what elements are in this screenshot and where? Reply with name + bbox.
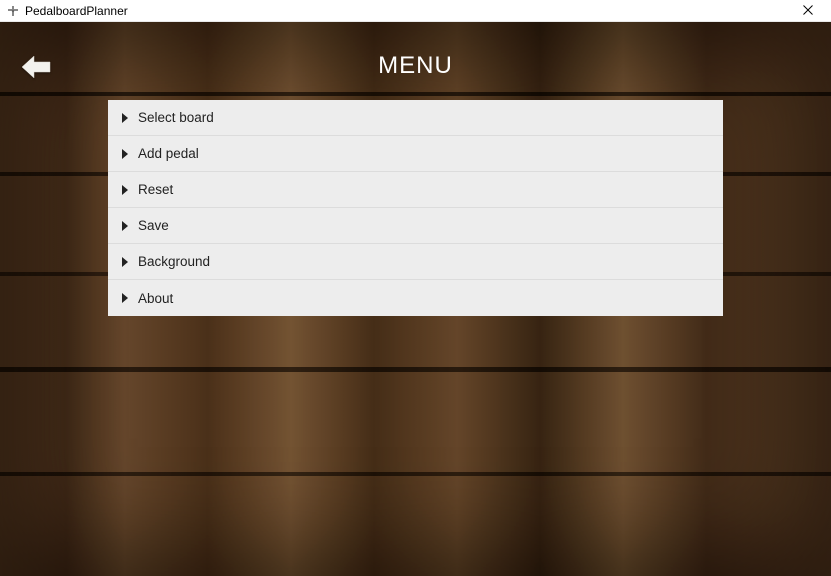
content-area: MENU Select board Add pedal Reset Save bbox=[0, 22, 831, 576]
chevron-right-icon bbox=[118, 219, 132, 233]
chevron-right-icon bbox=[118, 291, 132, 305]
menu-item-select-board[interactable]: Select board bbox=[108, 100, 723, 136]
menu-panel: Select board Add pedal Reset Save Backgr… bbox=[108, 100, 723, 316]
menu-item-label: Reset bbox=[138, 182, 173, 197]
app-icon bbox=[6, 4, 20, 18]
chevron-right-icon bbox=[118, 255, 132, 269]
menu-item-add-pedal[interactable]: Add pedal bbox=[108, 136, 723, 172]
menu-item-save[interactable]: Save bbox=[108, 208, 723, 244]
chevron-right-icon bbox=[118, 183, 132, 197]
close-icon bbox=[803, 3, 813, 18]
menu-item-background[interactable]: Background bbox=[108, 244, 723, 280]
menu-item-label: About bbox=[138, 291, 173, 306]
menu-item-label: Select board bbox=[138, 110, 214, 125]
menu-item-label: Add pedal bbox=[138, 146, 199, 161]
menu-item-label: Save bbox=[138, 218, 169, 233]
window-title: PedalboardPlanner bbox=[25, 4, 128, 18]
window-titlebar: PedalboardPlanner bbox=[0, 0, 831, 22]
window-close-button[interactable] bbox=[787, 0, 829, 22]
chevron-right-icon bbox=[118, 147, 132, 161]
menu-item-reset[interactable]: Reset bbox=[108, 172, 723, 208]
menu-item-about[interactable]: About bbox=[108, 280, 723, 316]
chevron-right-icon bbox=[118, 111, 132, 125]
menu-item-label: Background bbox=[138, 254, 210, 269]
menu-heading: MENU bbox=[0, 52, 831, 80]
